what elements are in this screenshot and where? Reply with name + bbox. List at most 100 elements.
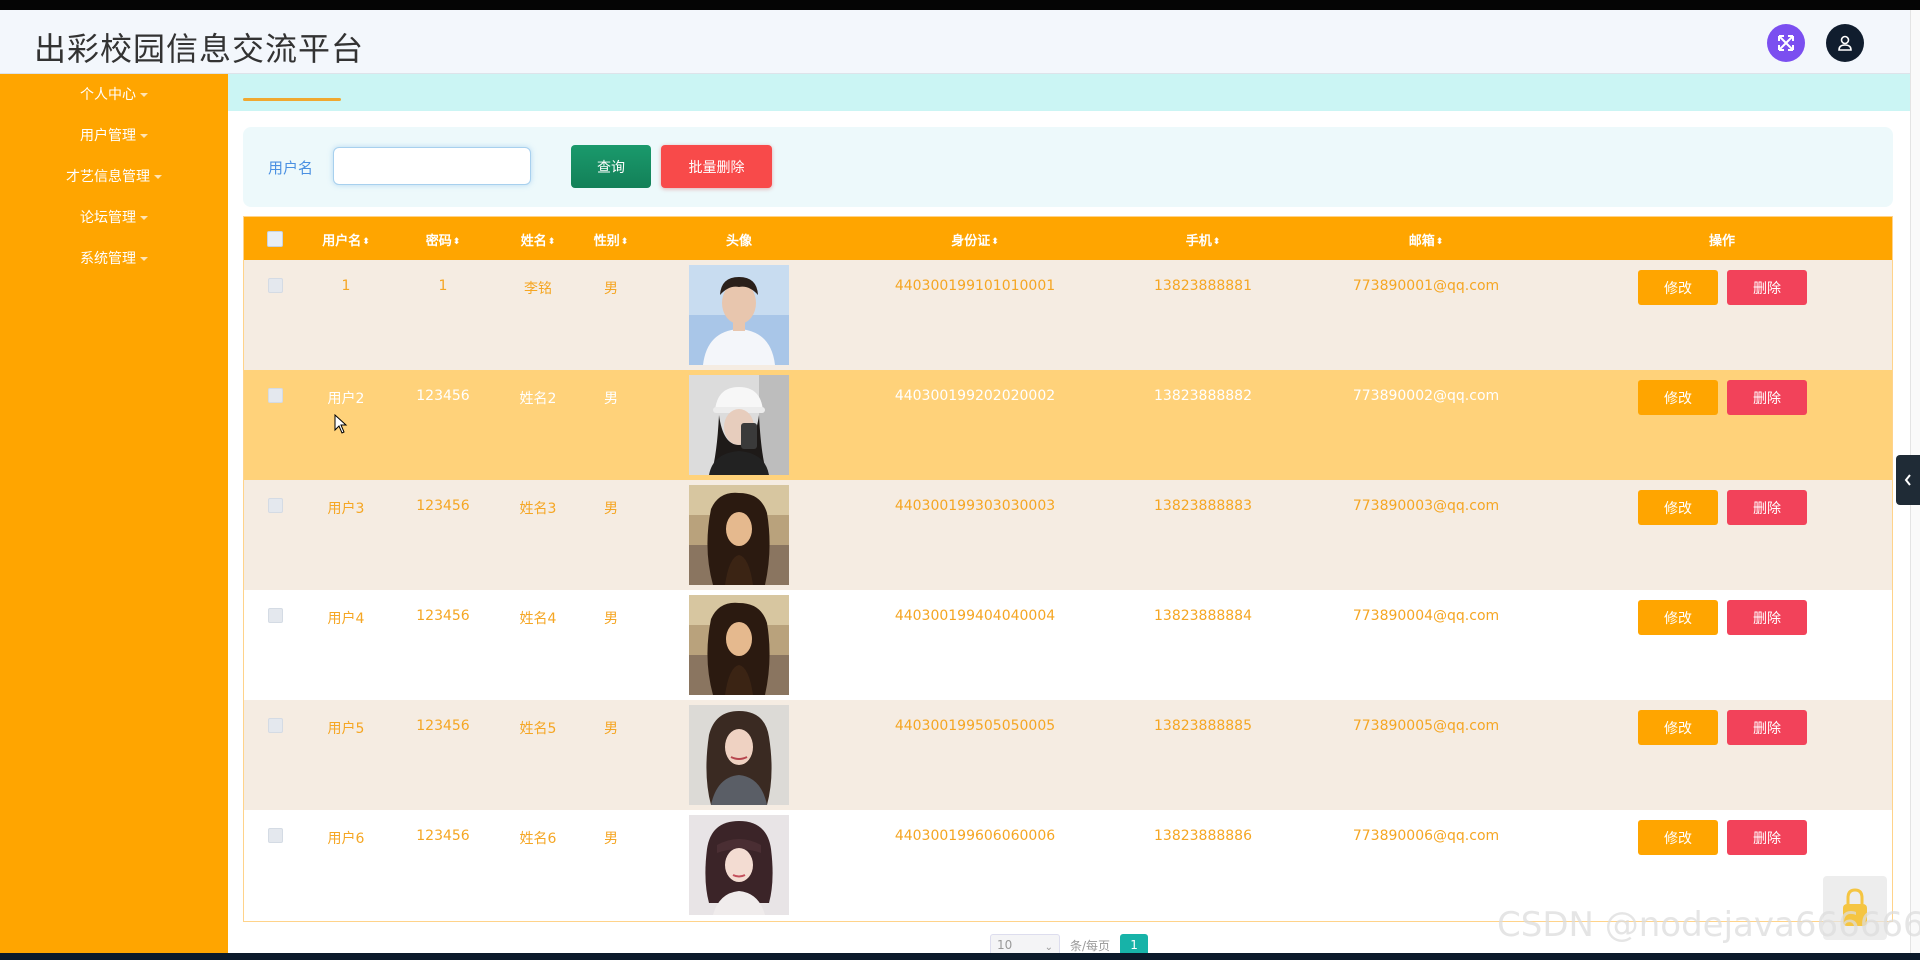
cell-id-card: 440300199101010001 (894, 278, 1056, 294)
edit-button[interactable]: 修改 (1638, 380, 1718, 415)
edit-button[interactable]: 修改 (1638, 600, 1718, 635)
cell-gender: 男 (604, 281, 618, 297)
user-table: 用户名⬍ 密码⬍ 姓名⬍ 性别⬍ 头像 身份证⬍ 手机⬍ 邮箱⬍ 操作 1 1 … (243, 216, 1893, 922)
row-checkbox[interactable] (268, 608, 283, 623)
delete-button[interactable]: 删除 (1727, 380, 1807, 415)
table-row[interactable]: 用户4 123456 姓名4 男 440300199404040004 1382… (244, 590, 1892, 700)
side-panel-toggle[interactable] (1896, 455, 1920, 505)
row-checkbox[interactable] (268, 718, 283, 733)
sidebar-item-label: 才艺信息管理 (66, 169, 150, 185)
cell-id-card: 440300199505050005 (894, 718, 1056, 734)
caret-down-icon (140, 134, 148, 138)
app-title: 出彩校园信息交流平台 (34, 30, 365, 68)
sort-icon: ⬍ (452, 237, 461, 247)
row-checkbox[interactable] (268, 828, 283, 843)
delete-button[interactable]: 删除 (1727, 820, 1807, 855)
page-number-current[interactable]: 1 (1120, 934, 1149, 953)
select-all-checkbox[interactable] (267, 231, 283, 247)
caret-down-icon (140, 257, 148, 261)
username-search-input[interactable] (333, 147, 531, 185)
table-row[interactable]: 用户6 123456 姓名6 男 440300199606060006 1382… (244, 810, 1892, 920)
cell-id-card: 440300199303030003 (894, 498, 1056, 514)
cell-email: 773890006@qq.com (1352, 828, 1500, 844)
column-header-password[interactable]: 密码⬍ (426, 230, 461, 249)
cell-name: 李铭 (524, 281, 552, 297)
user-profile-button[interactable] (1826, 24, 1864, 62)
table-row[interactable]: 1 1 李铭 男 440300199101010001 13823888881 … (244, 260, 1892, 370)
chevron-down-icon: ⌄ (1044, 942, 1053, 953)
sidebar-item-talent-management[interactable]: 才艺信息管理 (0, 166, 228, 186)
sidebar: 个人中心 用户管理 才艺信息管理 论坛管理 系统管理 (0, 74, 228, 953)
delete-button[interactable]: 删除 (1727, 710, 1807, 745)
cell-username: 用户5 (327, 721, 365, 737)
column-header-gender[interactable]: 性别⬍ (594, 230, 629, 249)
sidebar-item-label: 个人中心 (80, 87, 136, 103)
cell-username: 用户4 (327, 611, 365, 627)
cell-email: 773890005@qq.com (1352, 718, 1500, 734)
cell-phone: 13823888885 (1154, 718, 1252, 734)
column-header-username[interactable]: 用户名⬍ (322, 230, 370, 249)
cell-password: 123456 (416, 498, 470, 514)
query-button[interactable]: 查询 (571, 145, 651, 188)
cell-username: 用户6 (327, 831, 365, 847)
sidebar-item-label: 论坛管理 (80, 210, 136, 226)
column-header-avatar: 头像 (725, 234, 753, 249)
page-size-select[interactable]: 10 ⌄ (990, 934, 1060, 953)
sidebar-item-label: 用户管理 (80, 128, 136, 144)
fullscreen-button[interactable] (1767, 24, 1805, 62)
batch-delete-button[interactable]: 批量删除 (661, 145, 772, 188)
column-header-phone[interactable]: 手机⬍ (1186, 230, 1221, 249)
cell-id-card: 440300199404040004 (894, 608, 1056, 624)
sidebar-item-user-management[interactable]: 用户管理 (0, 125, 228, 145)
breadcrumb (228, 74, 1910, 111)
sort-icon: ⬍ (1212, 237, 1221, 247)
cell-phone: 13823888882 (1154, 388, 1252, 404)
delete-button[interactable]: 删除 (1727, 270, 1807, 305)
caret-down-icon (154, 175, 162, 179)
edit-button[interactable]: 修改 (1638, 820, 1718, 855)
sidebar-item-system-management[interactable]: 系统管理 (0, 248, 228, 268)
table-row[interactable]: 用户5 123456 姓名5 男 440300199505050005 1382… (244, 700, 1892, 810)
cell-phone: 13823888884 (1154, 608, 1252, 624)
mouse-cursor-icon (334, 414, 348, 434)
cell-id-card: 440300199606060006 (894, 828, 1056, 844)
screen-top-edge (0, 0, 1920, 10)
fullscreen-icon (1778, 35, 1794, 51)
cell-phone: 13823888886 (1154, 828, 1252, 844)
row-checkbox[interactable] (268, 278, 283, 293)
chevron-left-icon (1904, 474, 1911, 486)
column-header-id-card[interactable]: 身份证⬍ (951, 230, 999, 249)
edit-button[interactable]: 修改 (1638, 710, 1718, 745)
column-header-email[interactable]: 邮箱⬍ (1409, 230, 1444, 249)
cell-phone: 13823888881 (1154, 278, 1252, 294)
delete-button[interactable]: 删除 (1727, 600, 1807, 635)
sort-icon: ⬍ (1435, 237, 1444, 247)
avatar (689, 595, 789, 695)
sort-icon: ⬍ (620, 237, 629, 247)
cell-name: 姓名3 (519, 501, 557, 517)
table-row[interactable]: 用户2 123456 姓名2 男 440300199202020002 1382… (244, 370, 1892, 480)
cell-name: 姓名6 (519, 831, 557, 847)
edit-button[interactable]: 修改 (1638, 270, 1718, 305)
user-icon (1838, 35, 1852, 51)
sidebar-item-personal-center[interactable]: 个人中心 (0, 84, 228, 104)
caret-down-icon (140, 93, 148, 97)
avatar (689, 375, 789, 475)
sort-icon: ⬍ (362, 237, 370, 247)
edit-button[interactable]: 修改 (1638, 490, 1718, 525)
delete-button[interactable]: 删除 (1727, 490, 1807, 525)
cell-username: 用户2 (327, 391, 365, 407)
cell-username: 用户3 (327, 501, 365, 517)
cell-name: 姓名2 (519, 391, 557, 407)
row-checkbox[interactable] (268, 388, 283, 403)
column-header-name[interactable]: 姓名⬍ (521, 230, 556, 249)
cell-gender: 男 (604, 721, 618, 737)
table-row[interactable]: 用户3 123456 姓名3 男 440300199303030003 1382… (244, 480, 1892, 590)
sidebar-item-label: 系统管理 (80, 251, 136, 267)
sidebar-item-forum-management[interactable]: 论坛管理 (0, 207, 228, 227)
avatar (689, 705, 789, 805)
cell-name: 姓名4 (519, 611, 557, 627)
header: 出彩校园信息交流平台 (0, 10, 1910, 74)
avatar (689, 485, 789, 585)
row-checkbox[interactable] (268, 498, 283, 513)
